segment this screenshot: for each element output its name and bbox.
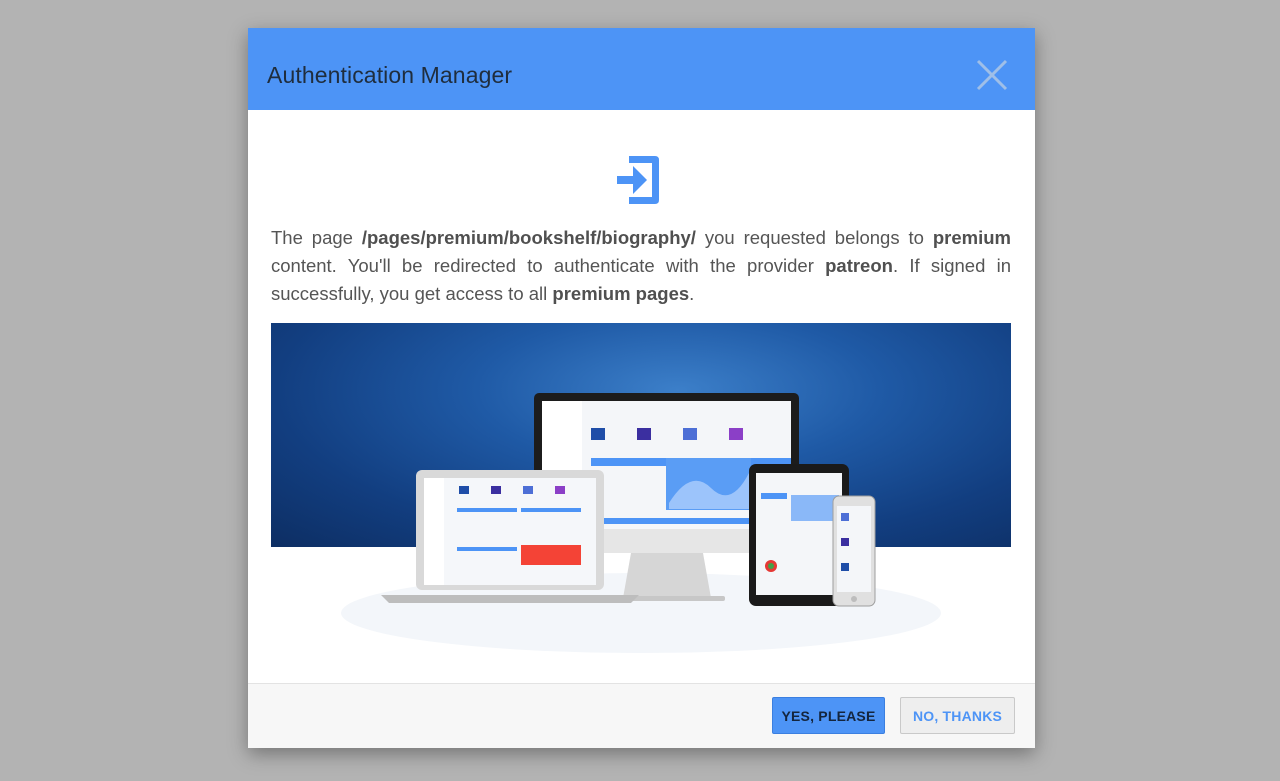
premium-pages-label: premium pages — [552, 283, 690, 304]
message-text-5: . — [689, 283, 695, 304]
devices-illustration — [341, 393, 941, 653]
no-thanks-button[interactable]: NO, THANKS — [900, 697, 1015, 734]
sign-in-icon — [615, 152, 661, 208]
yes-please-button[interactable]: YES, PLEASE — [772, 697, 885, 734]
premium-label: premium — [932, 227, 1011, 248]
message-text-3: content. You'll be redirected to authent… — [271, 255, 826, 276]
dialog-footer: YES, PLEASE NO, THANKS — [248, 683, 1035, 748]
close-icon[interactable] — [975, 58, 1009, 92]
premium-banner-image — [271, 323, 1011, 668]
requested-page-path: /pages/premium/bookshelf/biography/ — [361, 227, 696, 248]
message-text-2: you requested belongs to — [695, 227, 933, 248]
redirect-message: The page /pages/premium/bookshelf/biogra… — [271, 224, 1011, 308]
dialog-header: Authentication Manager — [248, 28, 1035, 110]
dialog-title: Authentication Manager — [267, 62, 513, 88]
provider-name: patreon — [825, 255, 893, 276]
authentication-dialog: Authentication Manager The page /pages/p… — [248, 28, 1035, 748]
message-text-1: The page — [271, 227, 362, 248]
dialog-body: The page /pages/premium/bookshelf/biogra… — [248, 110, 1035, 683]
